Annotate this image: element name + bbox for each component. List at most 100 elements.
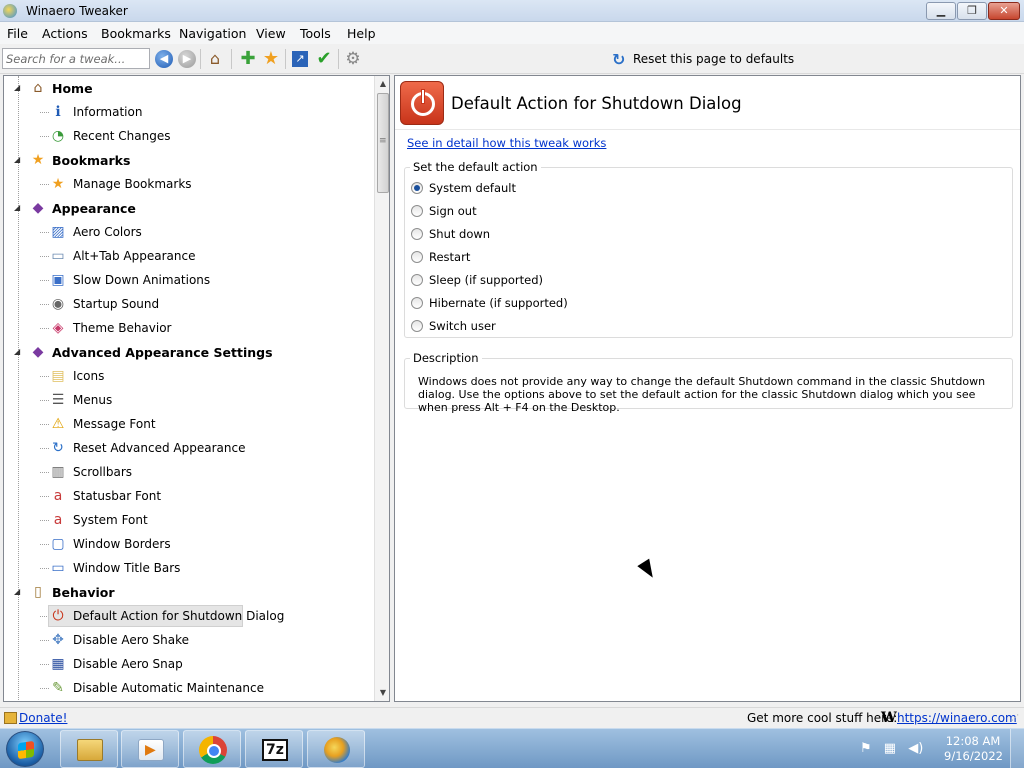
- minimize-button[interactable]: ▁: [926, 2, 956, 20]
- tweak-panel: Default Action for Shutdown Dialog See i…: [394, 75, 1021, 702]
- taskbar-explorer-button[interactable]: [60, 730, 118, 768]
- tree-item[interactable]: ▤ Icons: [4, 364, 370, 388]
- tree-item[interactable]: ⏻ Default Action for Shutdown Dialog: [4, 604, 370, 628]
- tree-item[interactable]: ★ Manage Bookmarks: [4, 172, 370, 196]
- action-radio-option[interactable]: Sleep (if supported): [411, 271, 711, 289]
- menu-help[interactable]: Help: [347, 26, 376, 41]
- clock[interactable]: 12:08 AM 9/16/2022: [944, 734, 1003, 764]
- tree-category[interactable]: ◢ ▯ Behavior: [4, 580, 370, 604]
- tree-item[interactable]: ▦ Disable Aero Snap: [4, 652, 370, 676]
- tree-scrollbar[interactable]: ▲ ▼: [374, 76, 389, 701]
- radio-label: System default: [429, 181, 517, 195]
- tree-category[interactable]: ◢ ★ Bookmarks: [4, 148, 370, 172]
- winaero-url-link[interactable]: https://winaero.com: [897, 711, 1017, 725]
- tree-item[interactable]: ▭ Alt+Tab Appearance: [4, 244, 370, 268]
- detail-link[interactable]: See in detail how this tweak works: [407, 136, 606, 150]
- action-radio-option[interactable]: Hibernate (if supported): [411, 294, 711, 312]
- radio-button[interactable]: [411, 205, 423, 217]
- donate-link[interactable]: Donate!: [19, 711, 67, 725]
- radio-button[interactable]: [411, 320, 423, 332]
- shortcut-icon[interactable]: ↗: [292, 51, 308, 67]
- action-radio-option[interactable]: Sign out: [411, 202, 711, 220]
- tree-item[interactable]: ▣ Slow Down Animations: [4, 268, 370, 292]
- font-icon: a: [53, 512, 63, 528]
- radio-button[interactable]: [411, 297, 423, 309]
- tree-item-label: Aero Colors: [73, 225, 142, 239]
- tree-item[interactable]: a Statusbar Font: [4, 484, 370, 508]
- add-bookmark-icon[interactable]: ✚: [239, 50, 257, 68]
- tree-item[interactable]: ✥ Disable Aero Shake: [4, 628, 370, 652]
- tree-item[interactable]: ☰ Menus: [4, 388, 370, 412]
- tree-item[interactable]: ↻ Reset Advanced Appearance: [4, 436, 370, 460]
- warning-icon: ⚠: [51, 416, 65, 432]
- tree-item[interactable]: ▭ Window Title Bars: [4, 556, 370, 580]
- tree-item[interactable]: ⚠ Message Font: [4, 412, 370, 436]
- menu-tools[interactable]: Tools: [300, 26, 331, 41]
- network-icon[interactable]: ▦: [884, 741, 896, 756]
- radio-button[interactable]: [411, 228, 423, 240]
- tree-item[interactable]: ✎ Disable Automatic Maintenance: [4, 676, 370, 700]
- radio-button[interactable]: [411, 182, 423, 194]
- scroll-down-icon[interactable]: ▼: [375, 685, 389, 701]
- menu-actions[interactable]: Actions: [42, 26, 88, 41]
- back-icon[interactable]: ◀: [155, 50, 173, 68]
- taskbar-media-player-button[interactable]: [121, 730, 179, 768]
- toolbar-separator: [285, 49, 286, 69]
- tree-category[interactable]: ◢ ◆ Advanced Appearance Settings: [4, 340, 370, 364]
- start-button[interactable]: [6, 731, 44, 767]
- donate-icon: [4, 712, 17, 724]
- reset-icon: ↻: [52, 440, 64, 456]
- tree-item[interactable]: ◉ Startup Sound: [4, 292, 370, 316]
- forward-icon[interactable]: ▶: [178, 50, 196, 68]
- collapse-arrow-icon[interactable]: ◢: [14, 347, 20, 356]
- collapse-arrow-icon[interactable]: ◢: [14, 587, 20, 596]
- menu-bookmarks[interactable]: Bookmarks: [101, 26, 171, 41]
- tree-category[interactable]: ◢ ◆ Appearance: [4, 196, 370, 220]
- radio-button[interactable]: [411, 251, 423, 263]
- tree-item[interactable]: a System Font: [4, 508, 370, 532]
- description-legend: Description: [410, 351, 482, 365]
- tree-item[interactable]: ▨ Aero Colors: [4, 220, 370, 244]
- apply-check-icon[interactable]: ✔: [315, 50, 333, 68]
- tree-item[interactable]: ◈ Theme Behavior: [4, 316, 370, 340]
- radio-button[interactable]: [411, 274, 423, 286]
- tree-category[interactable]: ◢ ⌂ Home: [4, 76, 370, 100]
- show-desktop-button[interactable]: [1010, 729, 1024, 768]
- tree-item[interactable]: ℹ Information: [4, 100, 370, 124]
- snap-icon: ▦: [51, 656, 65, 672]
- settings-gear-icon[interactable]: ⚙: [344, 50, 362, 68]
- menu-file[interactable]: File: [7, 26, 28, 41]
- tree-item-label: Default Action for Shutdown Dialog: [73, 609, 285, 623]
- action-radio-option[interactable]: System default: [411, 179, 711, 197]
- tree-item[interactable]: ◔ Recent Changes: [4, 124, 370, 148]
- menu-navigation[interactable]: Navigation: [179, 26, 246, 41]
- panel-header: Default Action for Shutdown Dialog: [395, 76, 1020, 130]
- taskbar-winaero-button[interactable]: [307, 730, 365, 768]
- search-input[interactable]: [2, 48, 150, 69]
- tree-item[interactable]: ▥ Scrollbars: [4, 460, 370, 484]
- scroll-up-icon[interactable]: ▲: [375, 76, 389, 92]
- maximize-button[interactable]: ❐: [957, 2, 987, 20]
- sevenzip-icon: 7z: [262, 739, 288, 761]
- taskbar-chrome-button[interactable]: [183, 730, 241, 768]
- collapse-arrow-icon[interactable]: ◢: [14, 203, 20, 212]
- taskbar: 7z ⚑ ▦ ◀) 12:08 AM 9/16/2022: [0, 728, 1024, 768]
- menu-view[interactable]: View: [256, 26, 286, 41]
- action-center-icon[interactable]: ⚑: [860, 741, 872, 756]
- taskbar-7zip-button[interactable]: 7z: [245, 730, 303, 768]
- tree-item[interactable]: ▢ Window Borders: [4, 532, 370, 556]
- action-radio-option[interactable]: Shut down: [411, 225, 711, 243]
- close-button[interactable]: ✕: [988, 2, 1020, 20]
- winaero-app-icon: [3, 4, 17, 18]
- scroll-thumb[interactable]: [377, 93, 389, 193]
- home-icon[interactable]: ⌂: [206, 50, 224, 68]
- tree-item-label: Startup Sound: [73, 297, 160, 311]
- action-radio-option[interactable]: Restart: [411, 248, 711, 266]
- collapse-arrow-icon[interactable]: ◢: [14, 83, 20, 92]
- resize-grip-icon[interactable]: ⋰: [1011, 713, 1021, 725]
- volume-icon[interactable]: ◀): [908, 741, 923, 756]
- action-radio-option[interactable]: Switch user: [411, 317, 711, 335]
- collapse-arrow-icon[interactable]: ◢: [14, 155, 20, 164]
- tweak-tree[interactable]: ◢ ⌂ Home ℹ Information ◔ Recent Changes ◢ ★ Bookm…: [3, 75, 390, 702]
- bookmarks-icon[interactable]: ★: [262, 50, 280, 68]
